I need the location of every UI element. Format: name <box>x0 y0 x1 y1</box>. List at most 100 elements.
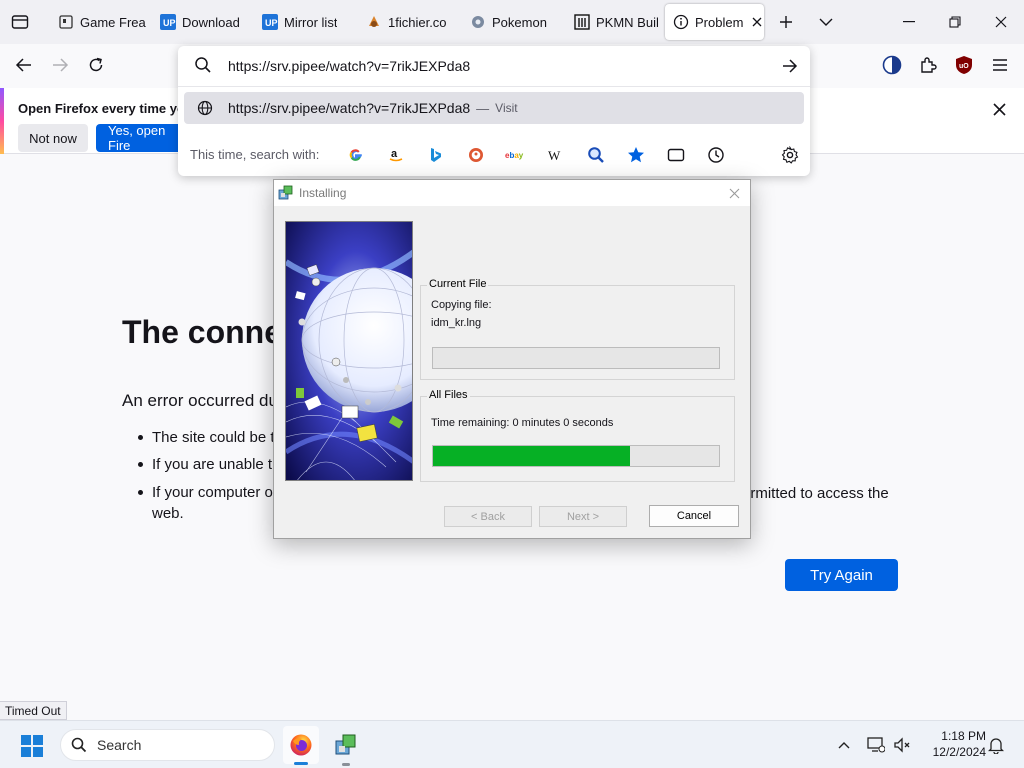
close-window-button[interactable] <box>978 6 1024 38</box>
puzzle-icon <box>921 57 937 73</box>
arrow-right-icon <box>783 59 798 73</box>
bullet <box>138 490 143 495</box>
amazon-icon[interactable]: a <box>384 143 408 167</box>
error-bullet-2: If you are unable t <box>138 456 272 473</box>
new-tab-button[interactable] <box>774 10 798 34</box>
tab-strip: Game Frea UP Download UP Mirror list 1fi… <box>0 0 1024 44</box>
minimize-icon <box>903 21 915 23</box>
notifications-button[interactable] <box>986 735 1006 755</box>
current-file-progress <box>432 347 720 369</box>
not-now-button[interactable]: Not now <box>18 124 88 152</box>
search-engine-list: a ebay W <box>344 143 804 167</box>
yes-open-firefox-button[interactable]: Yes, open Fire <box>96 123 186 153</box>
dialog-close-button[interactable] <box>726 185 742 201</box>
tab-pkmn-build[interactable]: PKMN Buil <box>566 4 662 40</box>
error-bullet-1-text: The site could be t <box>152 429 275 446</box>
duckduckgo-icon[interactable] <box>464 143 488 167</box>
tab-overview-button[interactable] <box>8 10 32 34</box>
search-engine-icon[interactable] <box>584 143 608 167</box>
tab-mirror-list[interactable]: UP Mirror list <box>254 4 354 40</box>
building-icon <box>574 14 590 30</box>
wikipedia-icon[interactable]: W <box>544 143 568 167</box>
svg-text:W: W <box>548 148 561 162</box>
bullet <box>138 462 143 467</box>
try-again-button[interactable]: Try Again <box>785 559 898 591</box>
back-button[interactable]: < Back <box>444 506 532 527</box>
installer-side-image <box>285 221 413 481</box>
cancel-button[interactable]: Cancel <box>649 505 739 527</box>
bell-icon <box>988 738 1004 754</box>
list-all-tabs-button[interactable] <box>814 10 838 34</box>
clock[interactable]: 1:18 PM 12/2/2024 <box>916 728 986 762</box>
error-title: The conne <box>122 314 283 350</box>
firefox-account-icon <box>882 55 902 75</box>
up-logo-icon: UP <box>262 14 278 30</box>
next-button[interactable]: Next > <box>539 506 627 527</box>
copying-label: Copying file: <box>431 299 492 311</box>
tab-problem[interactable]: Problem <box>665 4 764 40</box>
close-notification-button[interactable] <box>988 98 1010 120</box>
go-button[interactable] <box>778 54 802 78</box>
tab-download[interactable]: UP Download <box>152 4 252 40</box>
suggestion-action: Visit <box>495 101 518 115</box>
google-icon[interactable] <box>344 143 368 167</box>
time-remaining: Time remaining: 0 minutes 0 seconds <box>431 417 614 429</box>
search-with-label: This time, search with: <box>190 147 320 162</box>
tab-pokemon[interactable]: Pokemon <box>462 4 562 40</box>
installer-dialog: Installing Current File Copying file: id… <box>273 179 751 539</box>
tab-1fichier[interactable]: 1fichier.co <box>358 4 458 40</box>
all-files-progress-fill <box>433 446 631 466</box>
urlbar-dropdown: https://srv.pipee/watch?v=7rikJEXPda8 ht… <box>178 46 810 176</box>
globe-icon <box>196 99 214 117</box>
forward-button[interactable] <box>45 50 75 80</box>
suggestion-url: https://srv.pipee/watch?v=7rikJEXPda8 <box>228 100 471 116</box>
start-button[interactable] <box>18 732 46 760</box>
error-bullet-2-text: If you are unable t <box>152 456 273 473</box>
firefox-icon <box>290 734 312 756</box>
reload-button[interactable] <box>81 50 111 80</box>
restore-button[interactable] <box>932 6 978 38</box>
bookmarks-star-icon[interactable] <box>624 143 648 167</box>
bing-icon[interactable] <box>424 143 448 167</box>
url-input[interactable]: https://srv.pipee/watch?v=7rikJEXPda8 <box>228 56 768 76</box>
extensions-button[interactable] <box>913 50 943 80</box>
minimize-button[interactable] <box>886 6 932 38</box>
tab-list-icon <box>11 15 29 29</box>
network-status[interactable] <box>866 735 886 755</box>
clock-date: 12/2/2024 <box>932 745 986 759</box>
windows-logo-icon <box>21 735 43 757</box>
taskbar-installer[interactable] <box>328 726 364 764</box>
tabs-icon[interactable] <box>664 143 688 167</box>
error-intro: An error occurred du <box>122 391 278 410</box>
info-icon <box>673 14 689 30</box>
ublock-origin-icon: uO <box>956 56 972 74</box>
all-files-group: All Files <box>420 389 735 482</box>
notification-message: Open Firefox every time you <box>18 101 193 116</box>
ublock-button[interactable]: uO <box>949 50 979 80</box>
ebay-icon[interactable]: ebay <box>504 143 528 167</box>
app-menu-button[interactable] <box>985 50 1015 80</box>
url-suggestion-row[interactable]: https://srv.pipee/watch?v=7rikJEXPda8 — … <box>184 92 804 124</box>
taskbar-firefox[interactable] <box>283 726 319 764</box>
urlbar-divider <box>178 86 810 87</box>
volume-status[interactable] <box>892 735 912 755</box>
back-button[interactable] <box>9 50 39 80</box>
error-bullet-3-text: If your computer o <box>152 484 273 501</box>
account-button[interactable] <box>877 50 907 80</box>
reload-icon <box>89 57 103 72</box>
show-hidden-icons-button[interactable] <box>834 735 854 755</box>
installer-app-icon <box>335 734 356 755</box>
taskbar-search-box[interactable]: Search <box>60 729 275 761</box>
plus-icon <box>780 16 792 28</box>
taskbar: Search 1:18 PM 12/2/2024 <box>0 720 1024 768</box>
current-file-label: Current File <box>427 278 489 290</box>
chevron-up-icon <box>838 742 850 749</box>
close-tab-icon[interactable] <box>750 15 764 29</box>
notification-accent <box>0 88 4 154</box>
status-panel: Timed Out <box>0 701 67 720</box>
tab-game-freak[interactable]: Game Frea <box>50 4 150 40</box>
svg-text:a: a <box>391 148 398 160</box>
all-files-label: All Files <box>427 389 470 401</box>
search-settings-gear-icon[interactable] <box>778 143 802 167</box>
history-icon[interactable] <box>704 143 728 167</box>
